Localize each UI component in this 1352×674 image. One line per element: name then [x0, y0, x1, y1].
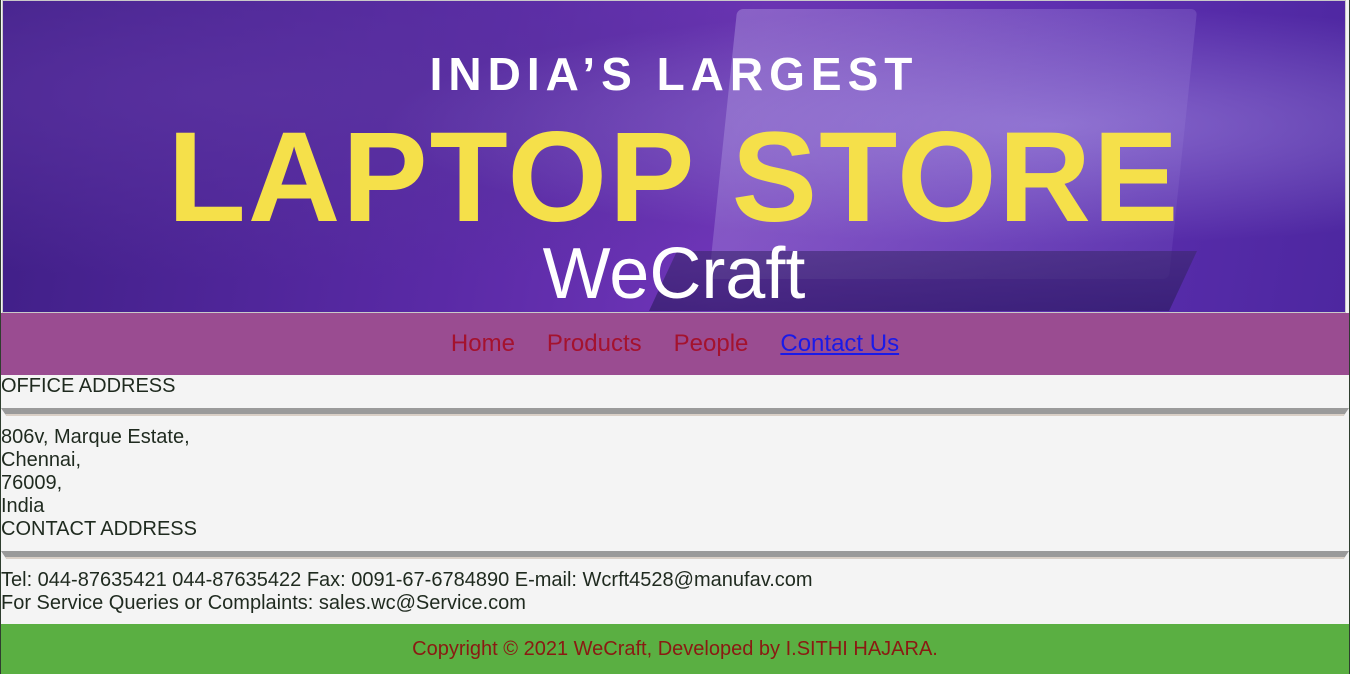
office-address-line: Chennai,	[1, 449, 82, 471]
page: INDIA’S LARGEST LAPTOP STORE WeCraft Hom…	[0, 0, 1350, 674]
nav-link-people[interactable]: People	[674, 330, 749, 358]
banner-headline: LAPTOP STORE	[167, 106, 1181, 249]
hero-banner: INDIA’S LARGEST LAPTOP STORE WeCraft	[2, 0, 1346, 313]
horizontal-divider	[1, 408, 1349, 416]
copyright-text: Copyright © 2021 WeCraft, Developed by I…	[412, 638, 938, 660]
contact-phone-email: Tel: 044-87635421 044-87635422 Fax: 0091…	[1, 569, 813, 591]
office-address-line: 76009,	[1, 472, 63, 494]
banner-tagline: INDIA’S LARGEST	[429, 48, 919, 100]
office-address-line: India	[1, 495, 45, 517]
service-queries: For Service Queries or Complaints: sales…	[1, 592, 526, 614]
office-address-line: 806v, Marque Estate,	[1, 426, 190, 448]
main-nav: Home Products People Contact Us	[1, 313, 1349, 375]
brand-name: WeCraft	[542, 234, 806, 313]
contact-content: OFFICE ADDRESS 806v, Marque Estate, Chen…	[1, 375, 1349, 615]
horizontal-divider	[1, 551, 1349, 559]
footer: Copyright © 2021 WeCraft, Developed by I…	[1, 624, 1349, 674]
nav-link-contact-us[interactable]: Contact Us	[780, 330, 899, 358]
contact-address-heading: CONTACT ADDRESS	[1, 518, 197, 540]
nav-link-products[interactable]: Products	[547, 330, 642, 358]
nav-link-home[interactable]: Home	[451, 330, 515, 358]
office-address-heading: OFFICE ADDRESS	[1, 375, 176, 397]
